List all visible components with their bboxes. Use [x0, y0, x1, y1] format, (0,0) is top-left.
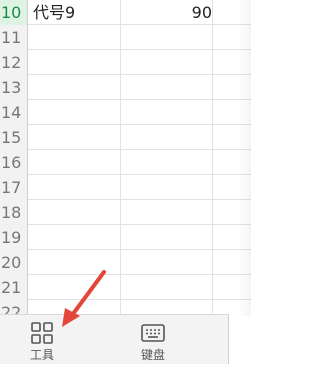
row-number[interactable]: 19 [0, 225, 28, 250]
tools-button[interactable]: 工具 [22, 321, 62, 365]
table-row[interactable]: 13 [0, 75, 251, 100]
row-number[interactable]: 17 [0, 175, 28, 200]
row-number[interactable]: 20 [0, 250, 28, 275]
table-row[interactable]: 10 代号9 90 [0, 0, 251, 25]
row-number[interactable]: 13 [0, 75, 28, 100]
row-number[interactable]: 11 [0, 25, 28, 50]
table-row[interactable]: 15 [0, 125, 251, 150]
keyboard-icon [141, 324, 165, 342]
spreadsheet-grid[interactable]: 10 代号9 90 11 12 13 14 15 16 17 18 19 20 … [0, 0, 251, 316]
table-row[interactable]: 19 [0, 225, 251, 250]
row-number[interactable]: 14 [0, 100, 28, 125]
table-row[interactable]: 12 [0, 50, 251, 75]
table-row[interactable]: 11 [0, 25, 251, 50]
bottom-toolbar: 工具 键盘 [0, 314, 229, 364]
keyboard-button[interactable]: 键盘 [133, 321, 173, 365]
table-row[interactable]: 18 [0, 200, 251, 225]
cell-b10[interactable]: 90 [120, 0, 212, 25]
row-number[interactable]: 12 [0, 50, 28, 75]
tools-label: 工具 [29, 348, 54, 362]
table-row[interactable]: 14 [0, 100, 251, 125]
keyboard-label: 键盘 [140, 348, 165, 362]
table-row[interactable]: 17 [0, 175, 251, 200]
table-row[interactable]: 20 [0, 250, 251, 275]
row-number[interactable]: 15 [0, 125, 28, 150]
row-number[interactable]: 10 [0, 0, 28, 25]
scroll-shadow [237, 0, 251, 316]
table-row[interactable]: 16 [0, 150, 251, 175]
grid-icon [31, 322, 53, 344]
row-number[interactable]: 21 [0, 275, 28, 300]
table-row[interactable]: 21 [0, 275, 251, 300]
row-number[interactable]: 18 [0, 200, 28, 225]
row-number[interactable]: 16 [0, 150, 28, 175]
cell-a10[interactable]: 代号9 [33, 0, 75, 25]
